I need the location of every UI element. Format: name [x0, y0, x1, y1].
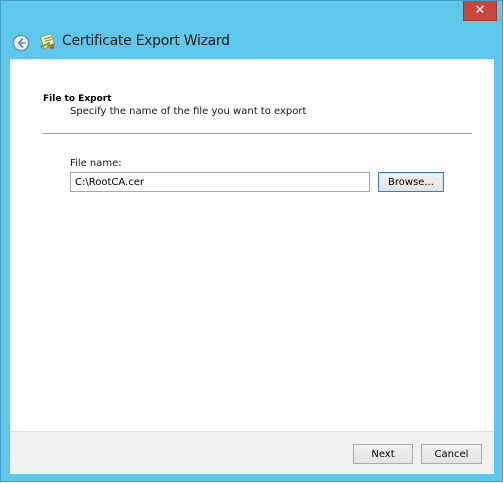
close-button[interactable]: ✕	[463, 1, 497, 21]
file-name-label: File name:	[70, 158, 122, 169]
header-divider	[43, 133, 472, 134]
close-icon: ✕	[474, 3, 486, 18]
wizard-window: ✕ Certificate Export Wizard	[0, 0, 503, 482]
window-title: Certificate Export Wizard	[62, 33, 230, 49]
page-description: Specify the name of the file you want to…	[70, 106, 307, 117]
back-arrow-icon[interactable]	[12, 34, 30, 52]
cancel-button[interactable]: Cancel	[421, 444, 482, 464]
page-heading: File to Export	[43, 94, 112, 104]
certificate-wizard-icon	[39, 33, 56, 50]
title-bar: ✕ Certificate Export Wizard	[1, 1, 502, 58]
next-button[interactable]: Next	[353, 444, 413, 464]
file-name-input[interactable]	[70, 172, 370, 192]
browse-button[interactable]: Browse...	[378, 172, 444, 192]
